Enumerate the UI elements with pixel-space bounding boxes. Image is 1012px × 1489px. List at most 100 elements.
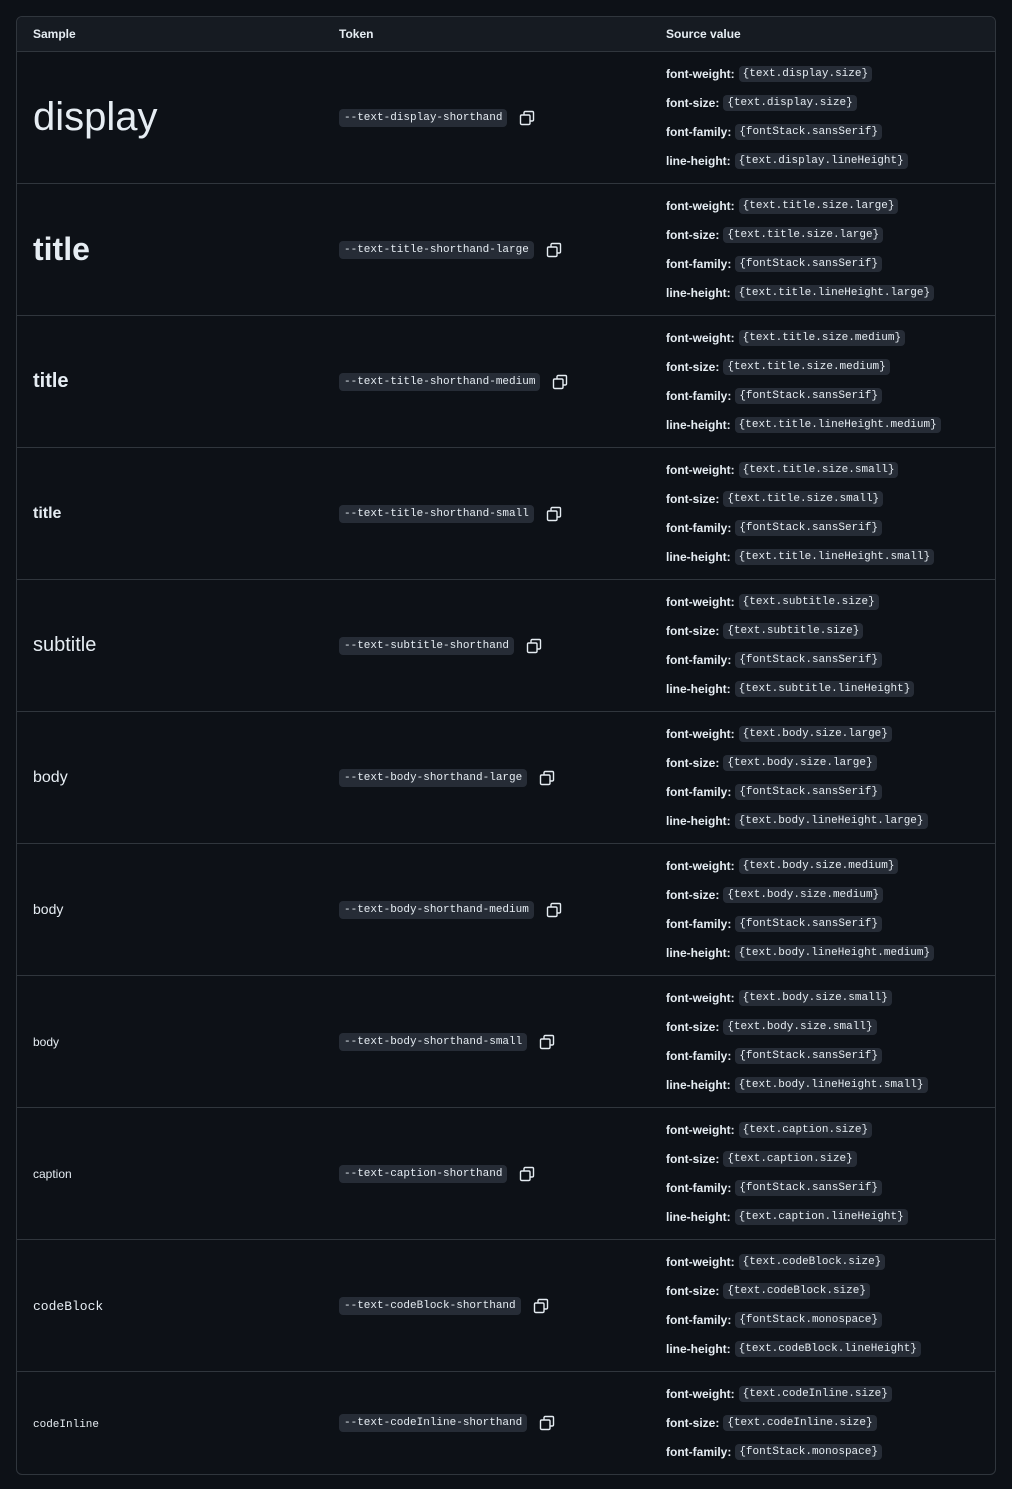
label-font-weight: font-weight: <box>666 67 735 82</box>
label-line-height: line-height: <box>666 153 731 168</box>
value-line-height: {text.title.lineHeight.medium} <box>734 416 941 433</box>
copy-icon[interactable] <box>513 106 541 130</box>
source-values: font-weight: {text.caption.size} font-siz… <box>666 1116 995 1231</box>
copy-icon[interactable] <box>533 766 561 790</box>
label-font-family: font-family: <box>666 916 732 931</box>
label-font-size: font-size: <box>666 1415 720 1430</box>
copy-icon[interactable] <box>533 1030 561 1054</box>
copy-icon[interactable] <box>520 634 548 658</box>
source-values: font-weight: {text.body.size.small} font-… <box>666 984 995 1099</box>
label-font-family: font-family: <box>666 1444 732 1459</box>
value-line-height: {text.subtitle.lineHeight} <box>734 680 915 697</box>
header-token: Token <box>339 27 374 41</box>
token-name: --text-body-shorthand-small <box>339 1032 528 1051</box>
source-values: font-weight: {text.codeInline.size} font-… <box>666 1380 995 1466</box>
label-line-height: line-height: <box>666 285 731 300</box>
value-font-size: {text.subtitle.size} <box>723 623 864 640</box>
sample-text: title <box>33 370 69 392</box>
source-values: font-weight: {text.body.size.medium} font… <box>666 852 995 967</box>
label-font-weight: font-weight: <box>666 331 735 346</box>
sample-text: body <box>33 768 68 786</box>
value-font-size: {text.caption.size} <box>723 1151 857 1168</box>
copy-icon[interactable] <box>540 898 568 922</box>
label-font-family: font-family: <box>666 1048 732 1063</box>
token-name: --text-body-shorthand-large <box>339 768 528 787</box>
value-font-weight: {text.body.size.medium} <box>738 858 899 875</box>
sample-text: body <box>33 900 64 917</box>
value-font-size: {text.body.size.medium} <box>723 887 884 904</box>
label-font-size: font-size: <box>666 1284 720 1299</box>
value-font-family: {fontStack.sansSerif} <box>735 255 882 272</box>
value-line-height: {text.caption.lineHeight} <box>734 1208 908 1225</box>
table-header: Sample Token Source value <box>17 17 995 52</box>
label-font-weight: font-weight: <box>666 463 735 478</box>
label-font-weight: font-weight: <box>666 199 735 214</box>
table-row: title --text-title-shorthand-medium font… <box>17 316 995 448</box>
value-font-weight: {text.body.size.large} <box>738 726 892 743</box>
token-name: --text-title-shorthand-large <box>339 240 534 259</box>
copy-icon[interactable] <box>513 1162 541 1186</box>
token-name: --text-title-shorthand-medium <box>339 372 541 391</box>
sample-text: caption <box>33 1166 72 1181</box>
value-font-size: {text.body.size.small} <box>723 1019 877 1036</box>
table-row: title --text-title-shorthand-small font-… <box>17 448 995 580</box>
token-name: --text-body-shorthand-medium <box>339 900 534 919</box>
label-font-weight: font-weight: <box>666 1387 735 1402</box>
value-font-weight: {text.title.size.large} <box>738 198 899 215</box>
copy-icon[interactable] <box>546 370 574 394</box>
label-line-height: line-height: <box>666 945 731 960</box>
value-font-family: {fontStack.sansSerif} <box>735 651 882 668</box>
label-font-family: font-family: <box>666 124 732 139</box>
value-font-family: {fontStack.monospace} <box>735 1443 882 1460</box>
source-values: font-weight: {text.title.size.small} font… <box>666 456 995 571</box>
table-row: title --text-title-shorthand-large font-… <box>17 184 995 316</box>
table-row: caption --text-caption-shorthand font-we… <box>17 1108 995 1240</box>
label-font-size: font-size: <box>666 1152 720 1167</box>
value-line-height: {text.body.lineHeight.medium} <box>734 944 935 961</box>
sample-text: title <box>33 231 90 267</box>
label-font-size: font-size: <box>666 492 720 507</box>
source-values: font-weight: {text.display.size} font-siz… <box>666 60 995 175</box>
value-font-family: {fontStack.sansSerif} <box>735 915 882 932</box>
value-font-family: {fontStack.sansSerif} <box>735 123 882 140</box>
value-line-height: {text.title.lineHeight.small} <box>734 548 935 565</box>
label-line-height: line-height: <box>666 1341 731 1356</box>
source-values: font-weight: {text.title.size.medium} fon… <box>666 324 995 439</box>
table-row: codeBlock --text-codeBlock-shorthand fon… <box>17 1240 995 1372</box>
label-font-size: font-size: <box>666 360 720 375</box>
label-font-size: font-size: <box>666 1020 720 1035</box>
token-name: --text-codeInline-shorthand <box>339 1414 528 1432</box>
label-font-weight: font-weight: <box>666 1255 735 1270</box>
token-name: --text-codeBlock-shorthand <box>339 1296 521 1315</box>
value-font-size: {text.codeBlock.size} <box>723 1283 870 1300</box>
label-font-size: font-size: <box>666 756 720 771</box>
copy-icon[interactable] <box>540 502 568 526</box>
value-font-size: {text.display.size} <box>723 95 857 112</box>
label-line-height: line-height: <box>666 1077 731 1092</box>
sample-text: body <box>33 1034 60 1049</box>
value-font-weight: {text.title.size.small} <box>738 462 899 479</box>
label-font-family: font-family: <box>666 1312 732 1327</box>
sample-text: title <box>33 504 62 522</box>
label-font-weight: font-weight: <box>666 859 735 874</box>
token-name: --text-subtitle-shorthand <box>339 636 515 655</box>
label-line-height: line-height: <box>666 1209 731 1224</box>
copy-icon[interactable] <box>540 238 568 262</box>
value-font-size: {text.title.size.medium} <box>723 359 890 376</box>
label-font-family: font-family: <box>666 520 732 535</box>
label-font-size: font-size: <box>666 888 720 903</box>
value-font-family: {fontStack.sansSerif} <box>735 783 882 800</box>
label-line-height: line-height: <box>666 417 731 432</box>
value-font-weight: {text.codeInline.size} <box>738 1386 892 1403</box>
value-line-height: {text.title.lineHeight.large} <box>734 284 935 301</box>
label-font-size: font-size: <box>666 228 720 243</box>
table-row: body --text-body-shorthand-small font-we… <box>17 976 995 1108</box>
token-name: --text-title-shorthand-small <box>339 504 534 523</box>
value-font-family: {fontStack.sansSerif} <box>735 1047 882 1064</box>
copy-icon[interactable] <box>527 1294 555 1318</box>
value-line-height: {text.codeBlock.lineHeight} <box>734 1340 921 1357</box>
value-font-family: {fontStack.monospace} <box>735 1311 882 1328</box>
token-name: --text-caption-shorthand <box>339 1164 508 1183</box>
copy-icon[interactable] <box>533 1411 561 1435</box>
label-font-weight: font-weight: <box>666 595 735 610</box>
